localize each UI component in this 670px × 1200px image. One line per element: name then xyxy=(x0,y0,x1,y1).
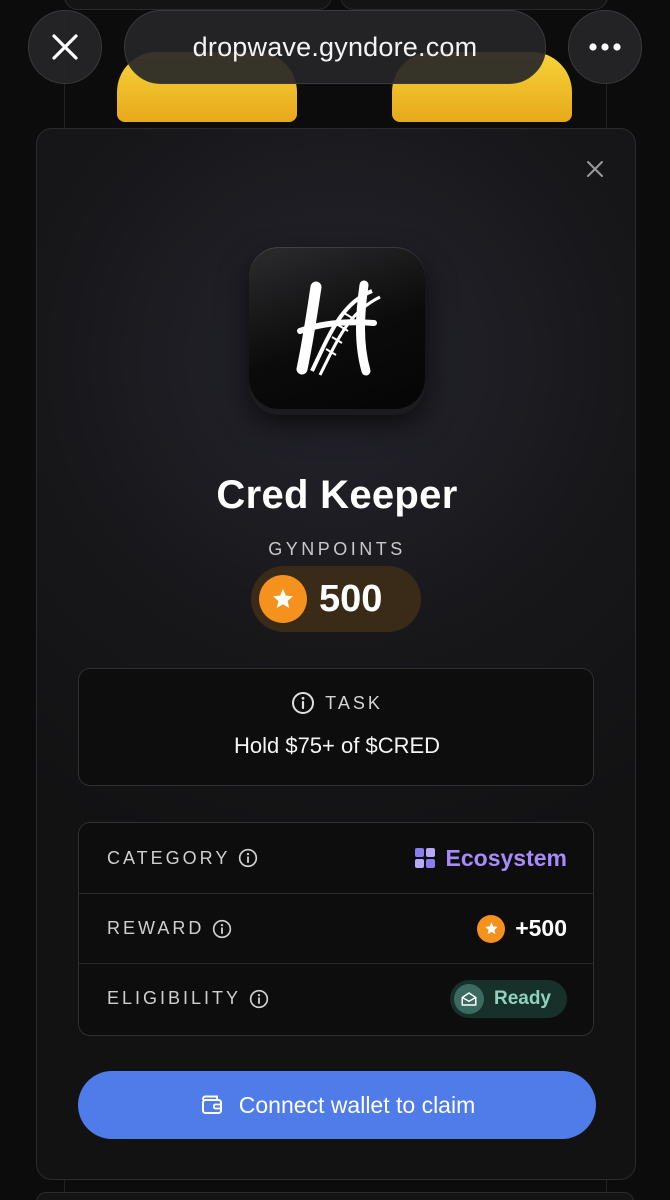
row-label: REWARD xyxy=(107,918,205,938)
info-icon[interactable] xyxy=(212,919,232,939)
more-dots-icon xyxy=(589,43,621,51)
points-badge: 500 xyxy=(251,566,421,632)
row-label: ELIGIBILITY xyxy=(107,988,242,1008)
star-coin-icon xyxy=(477,914,506,943)
dna-h-logo-icon xyxy=(296,280,381,376)
browser-more-button[interactable] xyxy=(568,10,642,84)
task-description: Hold $75+ of $CRED xyxy=(233,733,441,758)
category-value: Ecosystem xyxy=(445,844,567,871)
browser-toolbar: dropwave.gyndore.com xyxy=(0,0,670,98)
url-text: dropwave.gyndore.com xyxy=(192,31,478,62)
close-icon xyxy=(587,161,603,177)
star-coin-icon xyxy=(259,575,307,623)
points-label: GYNPOINTS xyxy=(268,539,406,559)
reward-value: +500 xyxy=(515,915,567,941)
info-icon[interactable] xyxy=(249,989,269,1009)
info-icon[interactable] xyxy=(238,848,258,868)
grid-squares-icon xyxy=(414,848,435,868)
envelope-open-icon xyxy=(453,983,484,1014)
close-icon xyxy=(52,34,78,60)
points-value: 500 xyxy=(319,577,383,620)
app-logo xyxy=(249,247,425,409)
details-row-eligibility: ELIGIBILITY Ready xyxy=(79,963,593,1033)
background-card xyxy=(36,1192,634,1200)
info-icon xyxy=(292,692,315,714)
row-label: CATEGORY xyxy=(107,847,231,868)
task-label: TASK xyxy=(325,692,383,713)
url-bar[interactable]: dropwave.gyndore.com xyxy=(124,10,546,84)
details-table: CATEGORY Ecosystem REWARD +500 ELIGIBILI… xyxy=(78,822,594,1036)
quest-title: Cred Keeper xyxy=(216,473,458,517)
eligibility-value: Ready xyxy=(493,987,551,1009)
wallet-icon xyxy=(201,1095,222,1114)
modal-close-button[interactable] xyxy=(583,157,607,181)
details-row-reward: REWARD +500 xyxy=(79,893,593,963)
task-card: TASK Hold $75+ of $CRED xyxy=(78,668,594,786)
connect-wallet-button[interactable]: Connect wallet to claim xyxy=(78,1071,596,1139)
details-row-category: CATEGORY Ecosystem xyxy=(79,823,593,893)
connect-wallet-label: Connect wallet to claim xyxy=(238,1091,476,1118)
quest-modal: Cred Keeper GYNPOINTS 500 TASK Hold $75+… xyxy=(36,128,636,1180)
browser-close-button[interactable] xyxy=(28,10,102,84)
eligibility-badge: Ready xyxy=(449,979,567,1018)
